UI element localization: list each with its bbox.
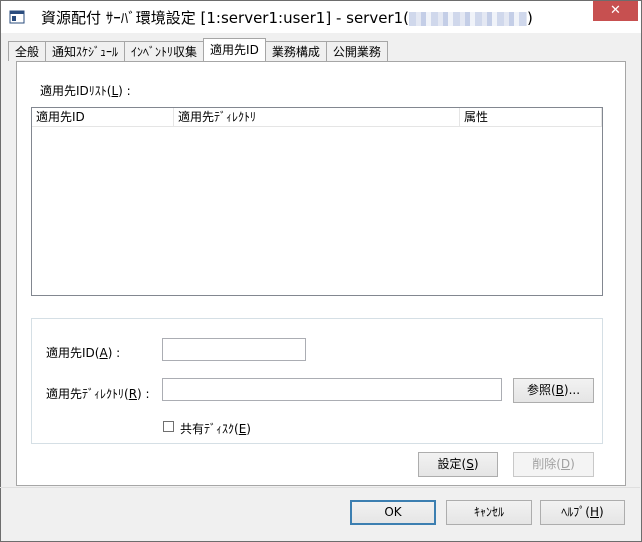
list-header: 適用先ID 適用先ﾃﾞｨﾚｸﾄﾘ 属性 — [32, 108, 602, 127]
close-icon: ✕ — [610, 3, 621, 18]
tab-bar: 全般 通知ｽｹｼﾞｭｰﾙ ｲﾝﾍﾞﾝﾄﾘ収集 適用先ID 業務構成 公開業務 — [8, 38, 388, 61]
cancel-button[interactable]: ｷｬﾝｾﾙ — [446, 500, 532, 525]
title-bar: 資源配付 ｻｰﾊﾞ環境設定 [1:server1:user1] - server… — [1, 1, 641, 33]
browse-button[interactable]: 参照(B)... — [513, 378, 594, 403]
target-id-list[interactable]: 適用先ID 適用先ﾃﾞｨﾚｸﾄﾘ 属性 — [31, 107, 603, 296]
shared-disk-checkbox[interactable] — [163, 421, 174, 432]
help-button[interactable]: ﾍﾙﾌﾟ(H) — [540, 500, 625, 525]
footer-separator — [0, 487, 640, 488]
window-title: 資源配付 ｻｰﾊﾞ環境設定 [1:server1:user1] - server… — [41, 9, 533, 27]
target-id-list-label: 適用先IDﾘｽﾄ(L) : — [40, 84, 131, 98]
close-button[interactable]: ✕ — [593, 1, 638, 21]
tab-business-config[interactable]: 業務構成 — [264, 41, 327, 61]
column-target-directory[interactable]: 適用先ﾃﾞｨﾚｸﾄﾘ — [174, 108, 460, 127]
column-attribute[interactable]: 属性 — [460, 108, 602, 127]
shared-disk-label[interactable]: 共有ﾃﾞｨｽｸ(E) — [180, 420, 251, 437]
ok-button[interactable]: OK — [350, 500, 436, 525]
set-button[interactable]: 設定(S) — [418, 452, 498, 477]
redacted-ip — [409, 11, 528, 26]
tab-inventory-collection[interactable]: ｲﾝﾍﾞﾝﾄﾘ収集 — [124, 41, 205, 61]
tab-general[interactable]: 全般 — [8, 41, 47, 61]
delete-button[interactable]: 削除(D) — [513, 452, 594, 477]
tab-target-id[interactable]: 適用先ID — [203, 38, 266, 61]
tab-notification-schedule[interactable]: 通知ｽｹｼﾞｭｰﾙ — [45, 41, 126, 61]
target-id-label: 適用先ID(A) : — [46, 346, 121, 360]
tab-public-business[interactable]: 公開業務 — [325, 41, 388, 61]
target-directory-input[interactable] — [162, 378, 502, 401]
column-target-id[interactable]: 適用先ID — [32, 108, 174, 127]
app-icon — [9, 10, 25, 24]
target-id-input[interactable] — [162, 338, 306, 361]
target-directory-label: 適用先ﾃﾞｨﾚｸﾄﾘ(R) : — [46, 387, 150, 401]
